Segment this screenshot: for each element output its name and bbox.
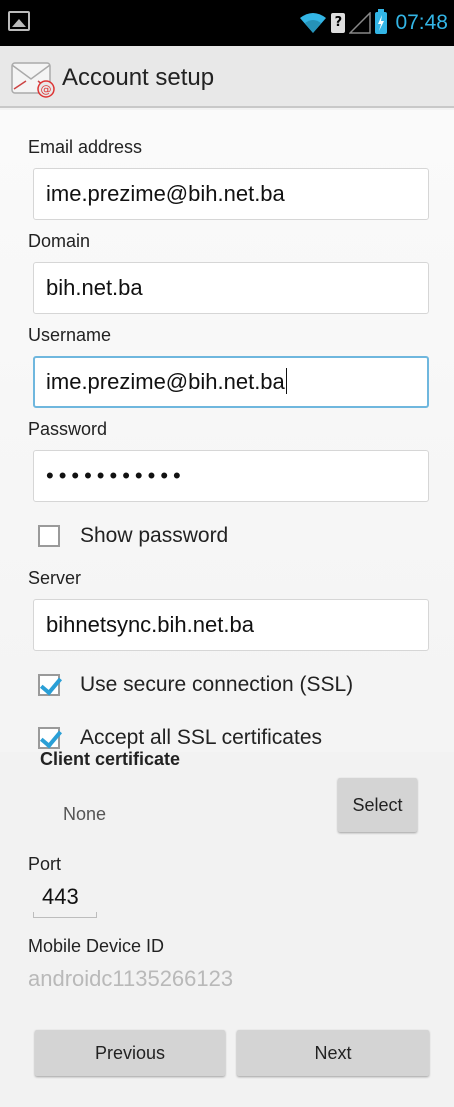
text-cursor — [285, 368, 288, 394]
accept-certs-label: Accept all SSL certificates — [80, 726, 322, 749]
show-password-label: Show password — [80, 524, 229, 547]
ssl-checkbox[interactable]: Use secure connection (SSL) — [38, 668, 353, 702]
select-certificate-button[interactable]: Select — [338, 778, 417, 832]
page-title: Account setup — [62, 64, 215, 91]
username-value: ime.prezime@bih.net.ba — [46, 369, 285, 394]
email-label: Email address — [28, 137, 143, 157]
client-certificate-value: None — [63, 804, 107, 824]
clock: 07:48 — [395, 11, 448, 34]
domain-field[interactable]: bih.net.ba — [33, 262, 429, 314]
unknown-sim-icon: ? — [331, 13, 346, 33]
port-field[interactable]: 443 — [33, 880, 97, 918]
password-field[interactable]: ••••••••••• — [33, 450, 429, 502]
username-field[interactable]: ime.prezime@bih.net.ba — [33, 356, 429, 408]
port-label: Port — [28, 854, 62, 874]
client-certificate-label: Client certificate — [40, 749, 181, 769]
svg-text:@: @ — [41, 83, 52, 96]
checkbox-checked-icon[interactable] — [38, 727, 60, 749]
checkbox-checked-icon[interactable] — [38, 674, 60, 696]
signal-icon — [349, 12, 372, 34]
image-notification-icon — [8, 11, 30, 31]
action-bar: @ Account setup — [0, 46, 454, 108]
server-label: Server — [28, 568, 82, 588]
status-bar: ? 07:48 — [0, 0, 454, 46]
server-field[interactable]: bihnetsync.bih.net.ba — [33, 599, 429, 651]
show-password-checkbox[interactable]: Show password — [38, 519, 228, 553]
battery-charging-icon — [375, 9, 388, 34]
next-button[interactable]: Next — [237, 1030, 429, 1076]
device-id-value: androidc1135266123 — [28, 966, 234, 991]
email-app-icon[interactable]: @ — [10, 57, 56, 99]
ssl-label: Use secure connection (SSL) — [80, 673, 354, 696]
password-label: Password — [28, 419, 108, 439]
email-field[interactable]: ime.prezime@bih.net.ba — [33, 168, 429, 220]
checkbox-unchecked-icon[interactable] — [38, 525, 60, 547]
wifi-icon — [300, 13, 327, 33]
domain-label: Domain — [28, 231, 91, 251]
status-icons: ? 07:48 — [299, 8, 448, 38]
username-label: Username — [28, 325, 112, 345]
device-id-label: Mobile Device ID — [28, 936, 165, 956]
previous-button[interactable]: Previous — [35, 1030, 225, 1076]
